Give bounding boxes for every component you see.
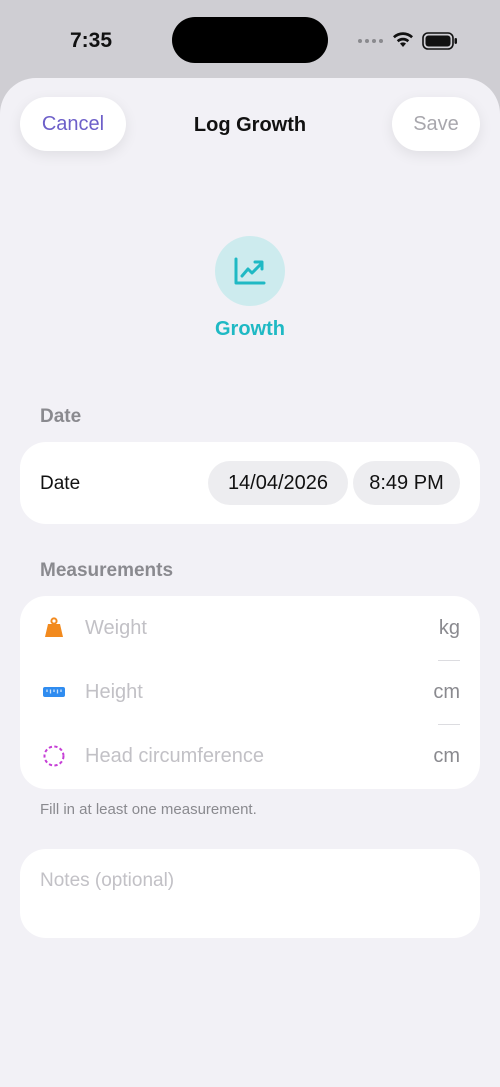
date-section-header: Date bbox=[40, 406, 82, 427]
cellular-signal-icon bbox=[358, 39, 383, 43]
category-label: Growth bbox=[215, 318, 285, 340]
weight-unit: kg bbox=[438, 617, 460, 639]
height-placeholder: Height bbox=[85, 681, 143, 703]
height-unit: cm bbox=[433, 681, 460, 703]
time-picker-button[interactable]: 8:49 PM bbox=[353, 461, 460, 505]
save-button[interactable]: Save bbox=[392, 97, 480, 151]
weight-field[interactable]: Weight kg bbox=[20, 596, 480, 660]
circle-dashed-icon bbox=[43, 745, 65, 767]
weight-icon bbox=[45, 617, 63, 637]
date-card: Date 14/04/2026 8:49 PM bbox=[20, 442, 480, 524]
head-circumference-field[interactable]: Head circumference cm bbox=[20, 724, 480, 788]
measurement-hint: Fill in at least one measurement. bbox=[40, 801, 257, 818]
head-circumference-placeholder: Head circumference bbox=[85, 745, 264, 767]
height-field[interactable]: Height cm bbox=[20, 660, 480, 724]
notes-placeholder: Notes (optional) bbox=[40, 870, 175, 891]
chart-line-up-icon bbox=[234, 257, 266, 285]
category-badge bbox=[215, 236, 285, 306]
wifi-icon bbox=[393, 32, 413, 47]
weight-placeholder: Weight bbox=[85, 617, 147, 639]
status-bar: 7:35 bbox=[0, 0, 500, 78]
status-icons bbox=[358, 29, 458, 53]
log-growth-sheet: Cancel Log Growth Save Growth Date Date … bbox=[0, 78, 500, 1087]
status-time: 7:35 bbox=[70, 29, 113, 52]
date-row-label: Date bbox=[40, 473, 81, 494]
head-circumference-unit: cm bbox=[433, 745, 460, 767]
measurements-section-header: Measurements bbox=[40, 560, 174, 581]
dynamic-island bbox=[172, 17, 328, 63]
date-picker-button[interactable]: 14/04/2026 bbox=[208, 461, 348, 505]
battery-icon bbox=[422, 32, 457, 50]
notes-field[interactable]: Notes (optional) bbox=[20, 849, 480, 938]
measurements-card: Weight kg Height cm Head circumference c… bbox=[20, 596, 480, 789]
ruler-icon bbox=[43, 687, 65, 697]
